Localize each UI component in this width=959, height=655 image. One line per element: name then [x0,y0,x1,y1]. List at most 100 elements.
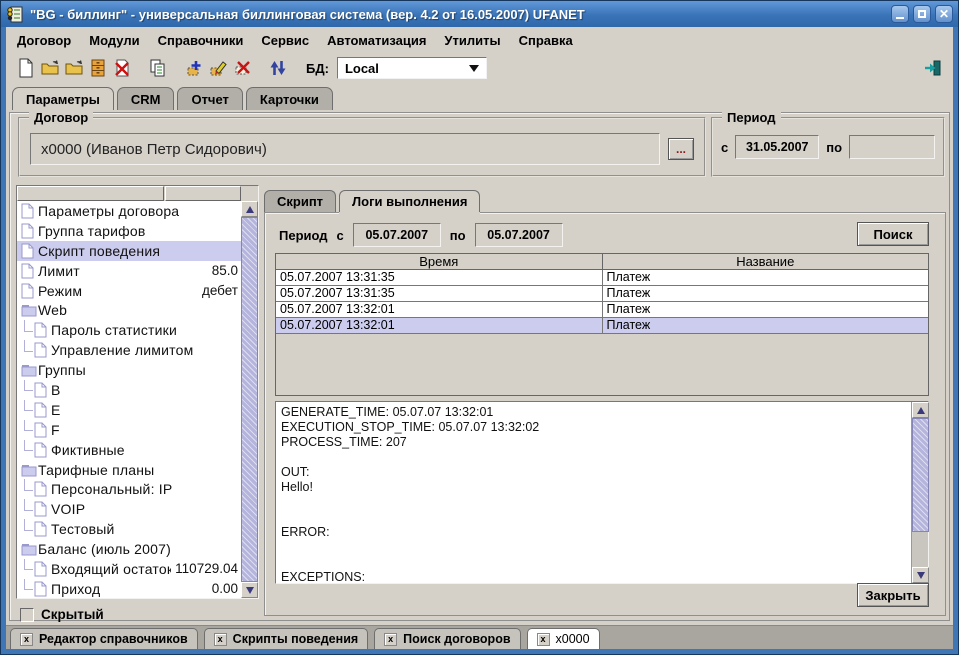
bottom-tab-behavior-scripts[interactable]: x Скрипты поведения [204,628,369,649]
column-header-time[interactable]: Время [276,254,603,270]
close-tab-icon[interactable]: x [214,633,227,646]
tree-item[interactable]: Баланс (июль 2007) [17,539,241,559]
menu-servis[interactable]: Сервис [252,30,318,51]
menu-avtomatizaciya[interactable]: Автоматизация [318,30,435,51]
maximize-button[interactable] [913,5,931,23]
tab-parametry[interactable]: Параметры [12,87,114,110]
close-button[interactable]: ✕ [935,5,953,23]
menu-dogovor[interactable]: Договор [8,30,80,51]
tree-header-name[interactable] [17,186,164,201]
tree-item[interactable]: Лимит85.0 [17,261,241,281]
search-button[interactable]: Поиск [857,222,929,246]
tree-item[interactable]: VOIP [17,499,241,519]
tab-crm[interactable]: CRM [117,87,175,110]
db-dropdown[interactable]: Local [337,57,487,79]
tree-scrollbar[interactable] [241,201,258,598]
document-icon [34,581,51,597]
bottom-tab-contract-search[interactable]: x Поиск договоров [374,628,520,649]
tab-otchet[interactable]: Отчет [177,87,242,110]
close-panel-button[interactable]: Закрыть [857,583,929,607]
scroll-up-icon[interactable] [241,201,258,217]
tree-connector [21,340,34,360]
tree-header-value[interactable] [165,186,241,201]
tree-item[interactable]: F [17,420,241,440]
archive-icon[interactable] [86,56,110,80]
tree-item[interactable]: Группа тарифов [17,221,241,241]
tree-connector [21,380,34,400]
document-icon [34,342,51,358]
copy-icon[interactable] [146,56,170,80]
close-tab-icon[interactable]: x [20,633,33,646]
tree-item[interactable]: Входящий остаток110729.04 [17,559,241,579]
hidden-checkbox[interactable] [20,608,34,622]
document-icon [21,203,38,219]
table-row[interactable]: 05.07.2007 13:31:35 Платеж [276,286,928,302]
tree-item[interactable]: B [17,380,241,400]
titlebar: "BG - биллинг" - универсальная биллингов… [1,1,958,27]
logs-to-field[interactable]: 05.07.2007 [475,223,563,247]
table-row[interactable]: 05.07.2007 13:31:35 Платеж [276,270,928,286]
add-record-icon[interactable] [182,56,206,80]
scroll-down-icon[interactable] [912,567,929,583]
log-scrollbar[interactable] [911,402,928,583]
table-row[interactable]: 05.07.2007 13:32:01 Платеж [276,302,928,318]
tree-body: Параметры договора Группа тарифов Скрипт… [17,201,241,598]
delete-record-icon[interactable] [230,56,254,80]
logs-from-field[interactable]: 05.07.2007 [353,223,441,247]
scroll-down-icon[interactable] [241,582,258,598]
exit-icon[interactable] [921,56,945,80]
close-tab-icon[interactable]: x [537,633,550,646]
log-scrollbar-thumb[interactable] [912,418,929,532]
scroll-up-icon[interactable] [912,402,929,418]
open-contract-icon[interactable] [38,56,62,80]
tree-item[interactable]: Персональный: IP [17,479,241,499]
tree-item[interactable]: Управление лимитом [17,340,241,360]
tree-item[interactable]: Тестовый [17,519,241,539]
period-to-field[interactable] [849,135,935,159]
logs-to-label: по [450,228,466,243]
logs-table-header: Время Название [276,254,928,270]
edit-record-icon[interactable] [206,56,230,80]
column-header-name[interactable]: Название [603,254,929,270]
new-document-icon[interactable] [14,56,38,80]
bottom-tab-reference-editor[interactable]: x Редактор справочников [10,628,198,649]
document-icon [34,481,51,497]
tree-connector [21,499,34,519]
tree-item-selected[interactable]: Скрипт поведения [17,241,241,261]
menu-utility[interactable]: Утилиты [435,30,509,51]
parameters-tab-content: Договор х0000 (Иванов Петр Сидорович) ..… [9,112,950,621]
period-from-field[interactable]: 31.05.2007 [735,135,819,159]
window-title: "BG - биллинг" - универсальная биллингов… [30,7,887,22]
tree-item[interactable]: Пароль статистики [17,320,241,340]
menu-spravochniki[interactable]: Справочники [149,30,253,51]
document-icon [21,283,38,299]
tree-item[interactable]: E [17,400,241,420]
tree-scrollbar-thumb[interactable] [241,217,258,582]
menu-moduli[interactable]: Модули [80,30,148,51]
bottom-tab-x0000[interactable]: x x0000 [527,628,600,649]
tree-connector [21,420,34,440]
tree-connector [21,519,34,539]
tree-item[interactable]: Web [17,300,241,320]
tree-connector [21,579,34,598]
delete-icon[interactable] [110,56,134,80]
tree-item[interactable]: Тарифные планы [17,460,241,480]
minimize-button[interactable] [891,5,909,23]
tab-execution-logs[interactable]: Логи выполнения [339,190,480,212]
tab-script[interactable]: Скрипт [264,190,336,212]
tab-kartochki[interactable]: Карточки [246,87,333,110]
period-to-label: по [826,140,842,155]
document-icon [34,442,51,458]
tree-item[interactable]: Приход0.00 [17,579,241,598]
contract-groupbox: Договор х0000 (Иванов Петр Сидорович) ..… [18,117,706,177]
table-row-selected[interactable]: 05.07.2007 13:32:01 Платеж [276,318,928,334]
tree-item[interactable]: Параметры договора [17,201,241,221]
tree-item[interactable]: Фиктивные [17,440,241,460]
tree-item[interactable]: Режимдебет [17,281,241,301]
tree-item[interactable]: Группы [17,360,241,380]
menu-spravka[interactable]: Справка [510,30,582,51]
contract-browse-button[interactable]: ... [668,138,694,160]
open-folder-icon[interactable] [62,56,86,80]
close-tab-icon[interactable]: x [384,633,397,646]
refresh-icon[interactable] [266,56,290,80]
